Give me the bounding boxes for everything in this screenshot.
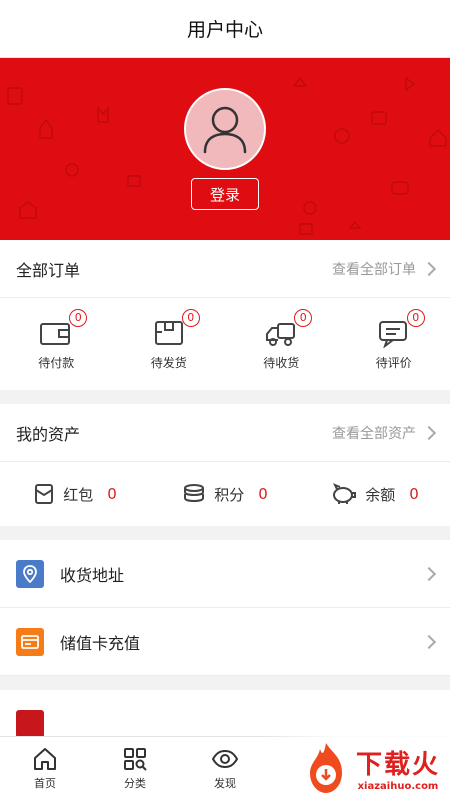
tab-label: 分类 xyxy=(124,776,146,790)
asset-value: 0 xyxy=(258,485,268,503)
location-icon xyxy=(16,559,44,588)
orders-section: 全部订单 查看全部订单 0 待付款 0 待发货 0 待收货 0 待评价 xyxy=(0,240,450,390)
order-pending-shipment[interactable]: 0 待发货 xyxy=(113,308,226,371)
asset-label: 余额 xyxy=(365,485,396,504)
chevron-right-icon xyxy=(421,261,437,276)
tab-discover[interactable]: 发现 xyxy=(180,737,270,800)
watermark-domain: xiazaihuo.com xyxy=(357,781,439,792)
user-icon xyxy=(203,106,247,154)
title-bar: 用户中心 xyxy=(0,0,450,58)
order-pending-payment[interactable]: 0 待付款 xyxy=(0,308,113,371)
menu-item-partial-icon xyxy=(16,710,44,738)
watermark: 下载火 xiazaihuo.com xyxy=(260,736,450,800)
avatar[interactable] xyxy=(184,88,266,170)
asset-points[interactable]: 积分 0 xyxy=(150,483,300,505)
tab-label: 首页 xyxy=(34,776,56,790)
profile-header: 登录 xyxy=(0,58,450,240)
coins-icon xyxy=(184,484,205,503)
section-divider xyxy=(0,390,450,404)
menu-item-label: 收货地址 xyxy=(60,565,125,585)
wallet-icon xyxy=(40,322,71,345)
orders-title: 全部订单 xyxy=(16,260,81,280)
assets-header[interactable]: 我的资产 查看全部资产 xyxy=(0,404,450,462)
package-icon xyxy=(154,320,183,345)
eye-icon xyxy=(211,749,239,768)
chevron-right-icon xyxy=(421,425,437,440)
asset-red-envelope[interactable]: 红包 0 xyxy=(0,483,150,505)
order-label: 待评价 xyxy=(375,355,412,370)
order-label: 待付款 xyxy=(38,355,75,370)
order-count-badge: 0 xyxy=(181,308,200,327)
red-envelope-icon xyxy=(35,484,54,504)
page-title: 用户中心 xyxy=(186,19,263,41)
view-all-orders-link[interactable]: 查看全部订单 xyxy=(332,259,437,279)
menu-section: 收货地址 储值卡充值 xyxy=(0,540,450,676)
assets-list: 红包 0 积分 0 余额 0 xyxy=(0,462,450,526)
view-all-orders-label: 查看全部订单 xyxy=(332,261,416,278)
order-label: 待发货 xyxy=(150,355,187,370)
view-all-assets-link[interactable]: 查看全部资产 xyxy=(332,423,437,443)
menu-item-card-recharge[interactable]: 储值卡充值 xyxy=(0,608,450,676)
piggy-bank-icon xyxy=(333,483,357,504)
login-button[interactable]: 登录 xyxy=(191,178,259,210)
order-count-badge: 0 xyxy=(69,308,88,327)
category-icon xyxy=(124,747,147,771)
tab-label: 发现 xyxy=(214,776,236,790)
order-pending-receipt[interactable]: 0 待收货 xyxy=(225,308,338,371)
home-icon xyxy=(34,747,56,770)
card-icon xyxy=(16,627,44,656)
section-divider xyxy=(0,526,450,540)
comment-icon xyxy=(378,320,407,349)
asset-balance[interactable]: 余额 0 xyxy=(300,483,450,505)
menu-item-label: 储值卡充值 xyxy=(60,633,141,653)
order-count-badge: 0 xyxy=(406,308,425,327)
assets-title: 我的资产 xyxy=(16,424,81,444)
asset-value: 0 xyxy=(409,485,419,503)
order-status-list: 0 待付款 0 待发货 0 待收货 0 待评价 xyxy=(0,298,450,390)
chevron-right-icon xyxy=(421,634,437,649)
chevron-right-icon xyxy=(421,566,437,581)
asset-label: 红包 xyxy=(63,485,94,504)
asset-value: 0 xyxy=(107,485,117,503)
section-divider xyxy=(0,676,450,690)
order-count-badge: 0 xyxy=(294,308,313,327)
tab-home[interactable]: 首页 xyxy=(0,737,90,800)
order-pending-review[interactable]: 0 待评价 xyxy=(338,308,450,371)
assets-section: 我的资产 查看全部资产 红包 0 积分 0 余额 0 xyxy=(0,404,450,526)
menu-item-address[interactable]: 收货地址 xyxy=(0,540,450,608)
asset-label: 积分 xyxy=(214,485,245,504)
order-label: 待收货 xyxy=(263,355,300,370)
view-all-assets-label: 查看全部资产 xyxy=(332,425,416,442)
orders-header[interactable]: 全部订单 查看全部订单 xyxy=(0,240,450,298)
tab-category[interactable]: 分类 xyxy=(90,737,180,800)
truck-icon xyxy=(266,322,296,346)
watermark-brand: 下载火 xyxy=(355,750,440,780)
flame-logo-icon xyxy=(309,743,342,793)
